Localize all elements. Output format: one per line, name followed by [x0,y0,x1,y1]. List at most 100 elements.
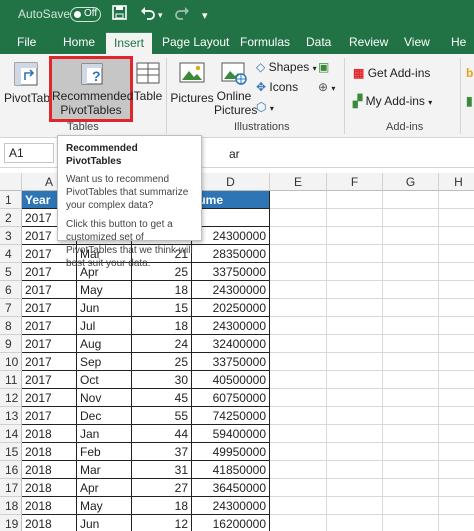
cell[interactable]: 49950000 [192,443,270,461]
cell[interactable]: 30 [132,371,192,389]
cell[interactable]: Apr [77,479,132,497]
cell[interactable] [327,227,383,245]
row-header[interactable]: 8 [0,317,22,335]
cell[interactable]: 2018 [22,461,77,479]
cell[interactable] [327,209,383,227]
cell[interactable]: 55 [132,407,192,425]
tab-formulas[interactable]: Formulas [240,35,290,49]
cell[interactable]: 2018 [22,479,77,497]
cell[interactable]: May [77,497,132,515]
cell[interactable]: 15 [132,299,192,317]
row-header[interactable]: 7 [0,299,22,317]
screenshot-button[interactable]: ⊕ ▾ [318,80,335,94]
cell[interactable] [270,371,327,389]
cell[interactable] [270,281,327,299]
cell[interactable]: Nov [77,389,132,407]
my-addins-button[interactable]: ▞ My Add-ins ▾ [353,94,432,108]
cell[interactable] [439,407,474,425]
cell[interactable]: Aug [77,335,132,353]
tab-page-layout[interactable]: Page Layout [162,35,229,49]
cell[interactable] [270,443,327,461]
cell[interactable] [383,353,439,371]
cell[interactable] [327,515,383,531]
cell[interactable]: 74250000 [192,407,270,425]
row-header[interactable]: 14 [0,425,22,443]
cell[interactable] [383,443,439,461]
cell[interactable]: 40500000 [192,371,270,389]
row-header[interactable]: 15 [0,443,22,461]
icons-button[interactable]: ✥ Icons [256,80,298,94]
row-header[interactable]: 4 [0,245,22,263]
online-pictures-button[interactable]: Online Pictures [214,60,257,117]
row-header[interactable]: 18 [0,497,22,515]
cell[interactable] [270,497,327,515]
cell[interactable] [327,299,383,317]
cell[interactable]: 2017 [22,353,77,371]
cell[interactable]: 27 [132,479,192,497]
cell[interactable] [270,263,327,281]
tab-data[interactable]: Data [306,35,331,49]
cell[interactable]: 33750000 [192,353,270,371]
cell[interactable]: 36450000 [192,479,270,497]
cell[interactable]: 12 [132,515,192,531]
cell[interactable] [270,209,327,227]
autosave-toggle[interactable]: Off [70,7,101,22]
column-header-d[interactable]: D [192,173,270,191]
row-header[interactable]: 2 [0,209,22,227]
cell[interactable] [270,299,327,317]
3d-models-button[interactable]: ⬡ ▾ [256,100,274,114]
cell[interactable] [270,389,327,407]
cell[interactable]: 16200000 [192,515,270,531]
cell[interactable]: 24300000 [192,281,270,299]
cell[interactable] [327,335,383,353]
row-header[interactable]: 19 [0,515,22,531]
cell[interactable] [383,245,439,263]
cell[interactable] [439,371,474,389]
cell[interactable]: 2018 [22,443,77,461]
cell[interactable] [439,461,474,479]
table-button[interactable]: Table [133,60,163,103]
cell[interactable]: Dec [77,407,132,425]
cell[interactable]: 2017 [22,407,77,425]
cell[interactable]: Jun [77,299,132,317]
redo-icon[interactable] [174,5,190,24]
cell[interactable] [439,191,474,209]
row-header[interactable]: 9 [0,335,22,353]
pictures-button[interactable]: Pictures [170,60,214,105]
cell[interactable] [383,389,439,407]
cell[interactable]: 2017 [22,281,77,299]
column-header-f[interactable]: F [327,173,383,191]
cell[interactable] [327,389,383,407]
cell[interactable]: 32400000 [192,335,270,353]
row-header[interactable]: 10 [0,353,22,371]
formula-input[interactable]: ar [229,147,240,161]
cell[interactable] [439,515,474,531]
cell[interactable]: Jul [77,317,132,335]
cell[interactable] [270,191,327,209]
cell[interactable]: 37 [132,443,192,461]
cell[interactable]: 2018 [22,515,77,531]
tab-help[interactable]: He [451,35,466,49]
cell[interactable] [327,317,383,335]
tab-file[interactable]: File [17,35,36,49]
people-graph-button[interactable]: ▮ [466,94,473,108]
name-box[interactable]: A1 [4,143,54,163]
cell[interactable]: 2018 [22,497,77,515]
cell[interactable] [327,353,383,371]
cell[interactable]: 20250000 [192,299,270,317]
cell[interactable]: 18 [132,317,192,335]
cell[interactable] [439,335,474,353]
tab-view[interactable]: View [404,35,430,49]
cell[interactable] [383,317,439,335]
cell[interactable] [327,425,383,443]
cell[interactable]: 45 [132,389,192,407]
cell[interactable] [327,443,383,461]
cell[interactable] [383,227,439,245]
cell[interactable]: 24 [132,335,192,353]
cell[interactable] [192,209,270,227]
cell[interactable] [383,497,439,515]
cell[interactable]: 2017 [22,389,77,407]
cell[interactable]: 2017 [22,335,77,353]
cell[interactable] [439,497,474,515]
cell[interactable]: 28350000 [192,245,270,263]
